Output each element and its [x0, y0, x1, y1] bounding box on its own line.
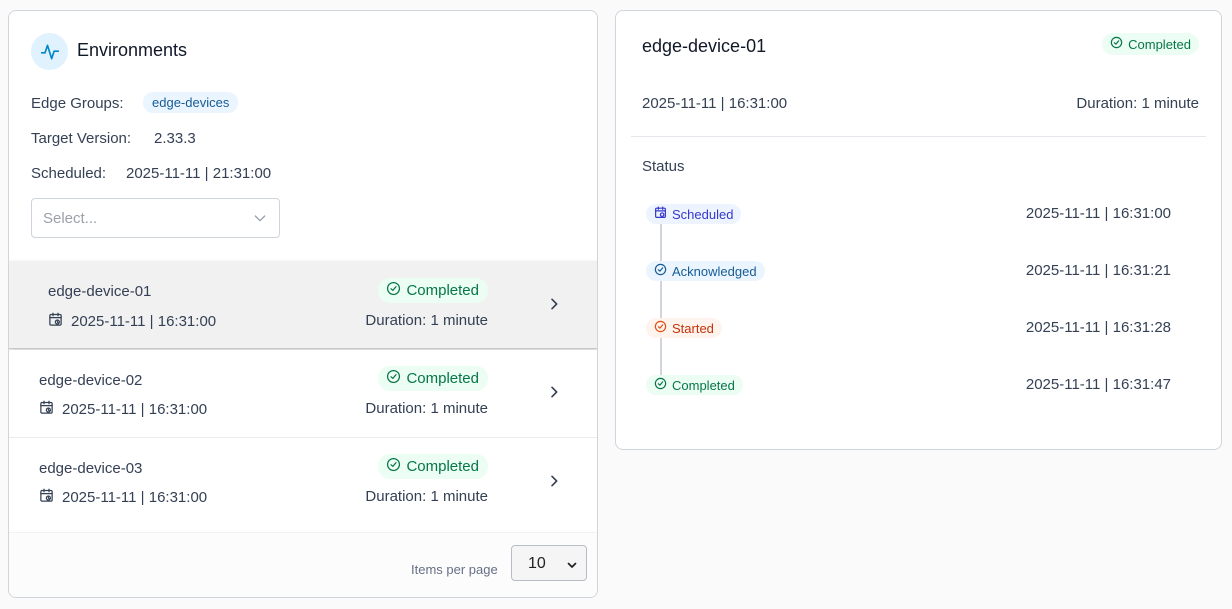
detail-duration: Duration: 1 minute: [1076, 95, 1199, 112]
device-date-text: 2025-11-11 | 16:31:00: [71, 313, 217, 330]
device-date: 2025-11-11 | 16:31:00: [48, 312, 216, 331]
calendar-clock-icon: [39, 400, 54, 419]
timeline-time: 2025-11-11 | 16:31:47: [1025, 376, 1171, 393]
check-circle-icon: [386, 281, 401, 300]
divider: [631, 136, 1206, 137]
edge-groups-value: edge-devices: [143, 92, 239, 113]
chevron-right-icon[interactable]: [546, 472, 562, 495]
chevron-down-icon: [566, 558, 578, 576]
timeline-time: 2025-11-11 | 16:31:21: [1025, 262, 1171, 279]
device-row-1[interactable]: edge-device-01 2025-11-11 | 16:31:00 Com…: [9, 261, 597, 349]
timeline-badge-completed: Completed: [646, 375, 743, 395]
check-circle-icon: [654, 377, 667, 393]
calendar-clock-icon: [48, 312, 63, 331]
check-circle-icon: [654, 320, 667, 336]
edge-group-tag: edge-devices: [143, 92, 239, 113]
check-circle-icon: [386, 457, 401, 476]
device-name: edge-device-02: [39, 372, 143, 389]
edge-groups-label: Edge Groups:: [31, 95, 124, 112]
check-circle-icon: [654, 263, 667, 279]
pagination-footer: Items per page 10: [9, 532, 597, 597]
activity-icon: [31, 33, 68, 70]
detail-title: edge-device-01: [642, 36, 767, 56]
device-duration: Duration: 1 minute: [365, 400, 488, 417]
target-version-value: 2.33.3: [154, 130, 196, 147]
status-text: Completed: [406, 458, 479, 475]
device-date: 2025-11-11 | 16:31:00: [39, 400, 207, 419]
device-date-text: 2025-11-11 | 16:31:00: [62, 401, 208, 418]
device-date-text: 2025-11-11 | 16:31:00: [62, 489, 208, 506]
check-circle-icon: [386, 369, 401, 388]
timeline-badge-scheduled: Scheduled: [646, 204, 742, 224]
items-per-page-label: Items per page: [411, 562, 498, 577]
timeline-badge-acknowledged: Acknowledged: [646, 261, 765, 281]
timeline-label: Started: [672, 320, 714, 336]
device-row-3[interactable]: edge-device-03 2025-11-11 | 16:31:00 Com…: [9, 438, 597, 526]
detail-status-text: Completed: [1128, 36, 1191, 52]
chevron-right-icon[interactable]: [546, 295, 562, 318]
scheduled-label: Scheduled:: [31, 165, 107, 182]
target-version-label: Target Version:: [31, 130, 132, 147]
environments-title: Environments: [77, 40, 188, 60]
status-badge: Completed: [378, 366, 488, 391]
device-detail-card: edge-device-01 Completed 2025-11-11 | 16…: [615, 10, 1222, 450]
environments-card: Environments Edge Groups: edge-devices T…: [8, 10, 598, 598]
calendar-clock-icon: [39, 488, 54, 507]
status-badge: Completed: [378, 278, 488, 303]
calendar-clock-icon: [654, 206, 667, 222]
device-name: edge-device-01: [48, 283, 152, 300]
chevron-down-icon: [252, 210, 268, 231]
timeline-label: Acknowledged: [672, 263, 757, 279]
timeline-label: Scheduled: [672, 206, 734, 222]
environment-select[interactable]: Select...: [31, 198, 280, 238]
timeline-badge-started: Started: [646, 318, 722, 338]
select-placeholder: Select...: [43, 210, 98, 227]
device-row-2[interactable]: edge-device-02 2025-11-11 | 16:31:00 Com…: [9, 350, 597, 438]
timeline-time: 2025-11-11 | 16:31:28: [1025, 319, 1171, 336]
device-date: 2025-11-11 | 16:31:00: [39, 488, 207, 507]
status-badge: Completed: [378, 454, 488, 479]
scheduled-value: 2025-11-11 | 21:31:00: [126, 165, 272, 182]
items-per-page-value: 10: [528, 555, 546, 572]
timeline-time: 2025-11-11 | 16:31:00: [1025, 205, 1171, 222]
items-per-page-select[interactable]: 10: [511, 545, 587, 581]
status-text: Completed: [406, 370, 479, 387]
detail-date: 2025-11-11 | 16:31:00: [642, 95, 788, 112]
timeline-line: [660, 221, 662, 386]
detail-status-badge: Completed: [1102, 33, 1199, 55]
device-duration: Duration: 1 minute: [365, 312, 488, 329]
check-circle-icon: [1110, 36, 1123, 52]
device-duration: Duration: 1 minute: [365, 488, 488, 505]
status-text: Completed: [406, 282, 479, 299]
device-name: edge-device-03: [39, 460, 143, 477]
chevron-right-icon[interactable]: [546, 383, 562, 406]
status-heading: Status: [642, 158, 685, 175]
timeline-label: Completed: [672, 377, 735, 393]
